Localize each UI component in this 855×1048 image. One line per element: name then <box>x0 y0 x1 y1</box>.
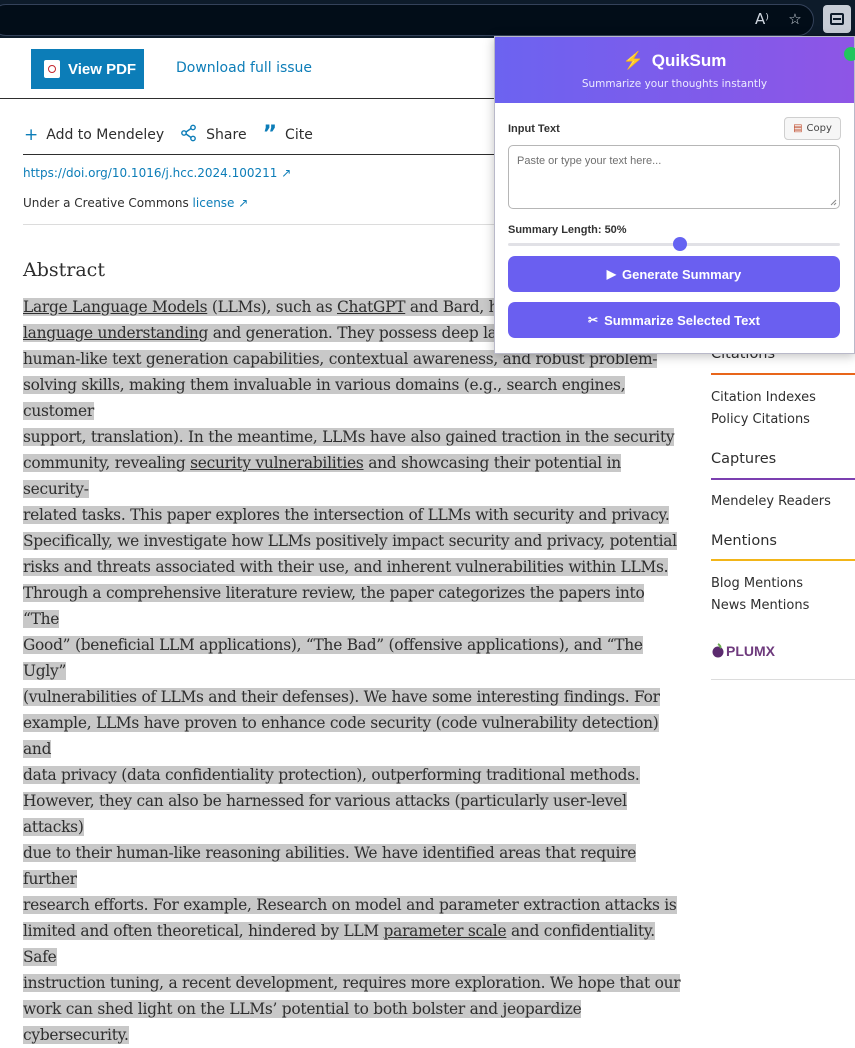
input-text-label: Input Text <box>508 123 560 135</box>
cite-button[interactable]: ” Cite <box>262 122 313 147</box>
abstract-line: example, LLMs have proven to enhance cod… <box>23 714 659 758</box>
abstract-line: data privacy (data confidentiality prote… <box>23 766 640 784</box>
license-prefix: Under a Creative Commons <box>23 196 193 210</box>
pdf-icon <box>44 60 60 78</box>
mendeley-readers-item: Mendeley Readers <box>711 494 831 509</box>
doi-link[interactable]: https://doi.org/10.1016/j.hcc.2024.10021… <box>23 166 291 180</box>
abstract-line: limited and often theoretical, hindered … <box>23 922 655 966</box>
cite-label: Cite <box>285 127 313 143</box>
citations-rule <box>711 373 855 375</box>
view-pdf-label: View PDF <box>68 60 137 78</box>
quiksum-popup: ⚡ QuikSum Summarize your thoughts instant… <box>494 36 855 354</box>
term-link[interactable]: security vulnerabilities <box>190 454 364 472</box>
summarize-selected-label: Summarize Selected Text <box>604 312 760 328</box>
share-button[interactable]: Share <box>180 124 247 146</box>
blog-mentions-item: Blog Mentions <box>711 576 803 591</box>
abstract-line: language understanding and generation. T… <box>23 324 516 342</box>
news-mentions-item: News Mentions <box>711 598 810 613</box>
share-icon <box>180 124 198 146</box>
summarize-selected-button[interactable]: ✂ Summarize Selected Text <box>508 302 840 338</box>
download-full-issue-link[interactable]: Download full issue <box>176 60 312 76</box>
copy-label: Copy <box>806 123 832 134</box>
lightning-icon: ⚡ <box>622 51 644 70</box>
term-link[interactable]: Large Language Models <box>23 298 208 316</box>
article-actions: + Add to Mendeley Share ” Cite <box>24 124 329 146</box>
extension-icon <box>830 13 844 25</box>
abstract-text: Large Language Models (LLMs), such as Ch… <box>23 294 683 1048</box>
status-dot <box>844 47 855 61</box>
plumx-icon <box>712 643 724 658</box>
favorite-star-icon[interactable]: ☆ <box>785 9 805 29</box>
term-link[interactable]: language understanding <box>23 324 208 342</box>
captures-rule <box>711 478 855 480</box>
slider-thumb[interactable] <box>673 237 687 251</box>
share-label: Share <box>206 127 247 143</box>
mentions-heading: Mentions <box>711 533 777 549</box>
citation-indexes-item: Citation Indexes <box>711 390 816 405</box>
mentions-rule <box>711 559 855 561</box>
quote-icon: ” <box>262 122 278 147</box>
play-icon: ▶ <box>606 267 616 281</box>
abstract-line: Specifically, we investigate how LLMs po… <box>23 532 677 550</box>
policy-citations-item: Policy Citations <box>711 412 810 427</box>
abstract-line: Large Language Models (LLMs), such as Ch… <box>23 298 525 316</box>
input-placeholder: Paste or type your text here... <box>517 155 662 167</box>
abstract-line: work can shed light on the LLMs’ potenti… <box>23 1000 582 1044</box>
add-to-mendeley-label: Add to Mendeley <box>46 127 165 143</box>
plumx-rule <box>711 679 855 680</box>
scissors-icon: ✂ <box>588 313 599 327</box>
term-link[interactable]: parameter scale <box>384 922 507 940</box>
browser-toolbar: A⁾ ☆ <box>0 0 855 38</box>
plumx-wordmark: PLUMX <box>726 643 775 659</box>
abstract-line: (vulnerabilities of LLMs and their defen… <box>23 688 660 706</box>
generate-summary-button[interactable]: ▶ Generate Summary <box>508 256 840 292</box>
add-to-mendeley-button[interactable]: + Add to Mendeley <box>24 126 164 144</box>
read-aloud-icon[interactable]: A⁾ <box>752 9 772 29</box>
abstract-line: related tasks. This paper explores the i… <box>23 506 670 524</box>
abstract-line: solving skills, making them invaluable i… <box>23 376 626 420</box>
generate-summary-label: Generate Summary <box>622 266 742 282</box>
clipboard-icon: ▤ <box>793 123 803 134</box>
copy-button[interactable]: ▤ Copy <box>784 117 841 140</box>
abstract-line: Through a comprehensive literature revie… <box>23 584 645 628</box>
popup-header: ⚡ QuikSum Summarize your thoughts instant… <box>495 37 855 103</box>
popup-subtitle: Summarize your thoughts instantly <box>581 78 768 90</box>
abstract-line: support, translation). In the meantime, … <box>23 428 675 446</box>
abstract-line: research efforts. For example, Research … <box>23 896 677 914</box>
captures-heading: Captures <box>711 451 777 467</box>
address-bar[interactable] <box>0 4 814 36</box>
extension-button[interactable] <box>823 5 851 33</box>
abstract-line: However, they can also be harnessed for … <box>23 792 627 836</box>
abstract-line: risks and threats associated with their … <box>23 558 669 576</box>
divider <box>0 98 494 99</box>
popup-title: ⚡ QuikSum <box>495 51 854 71</box>
abstract-heading: Abstract <box>23 259 105 281</box>
divider <box>23 224 494 225</box>
input-textarea[interactable]: Paste or type your text here... <box>508 145 840 209</box>
license-line: Under a Creative Commons license ↗ <box>23 196 248 210</box>
resize-handle-icon[interactable] <box>830 199 837 206</box>
divider <box>23 154 494 155</box>
license-link[interactable]: license ↗ <box>193 196 249 210</box>
abstract-line: due to their human-like reasoning abilit… <box>23 844 637 888</box>
abstract-line: community, revealing security vulnerabil… <box>23 454 621 498</box>
view-pdf-button[interactable]: View PDF <box>31 49 144 89</box>
term-link[interactable]: ChatGPT <box>337 298 405 316</box>
abstract-line: instruction tuning, a recent development… <box>23 974 681 992</box>
plus-icon: + <box>24 125 39 145</box>
popup-title-text: QuikSum <box>651 51 727 70</box>
summary-length-label: Summary Length: 50% <box>508 224 627 236</box>
abstract-line: Good” (beneficial LLM applications), “Th… <box>23 636 643 680</box>
plumx-logo[interactable]: PLUMX <box>711 642 775 660</box>
